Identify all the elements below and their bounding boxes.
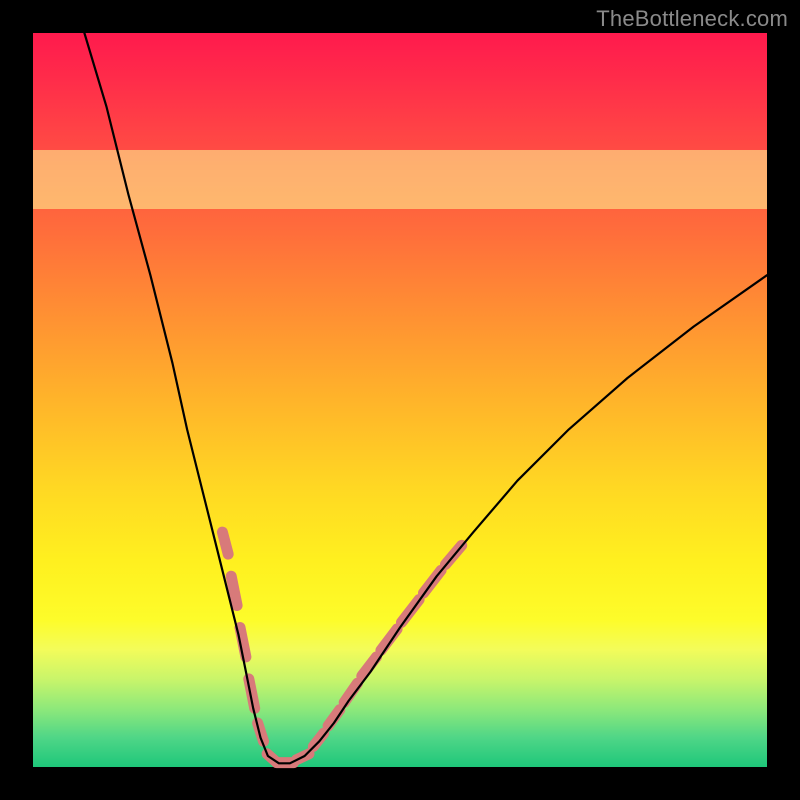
- outer-frame: TheBottleneck.com: [0, 0, 800, 800]
- main-curve: [84, 33, 767, 763]
- dash-segment: [231, 576, 237, 605]
- dash-segment: [381, 629, 397, 650]
- watermark-text: TheBottleneck.com: [596, 6, 788, 32]
- curve-layer: [33, 33, 767, 767]
- dash-segment: [222, 532, 228, 554]
